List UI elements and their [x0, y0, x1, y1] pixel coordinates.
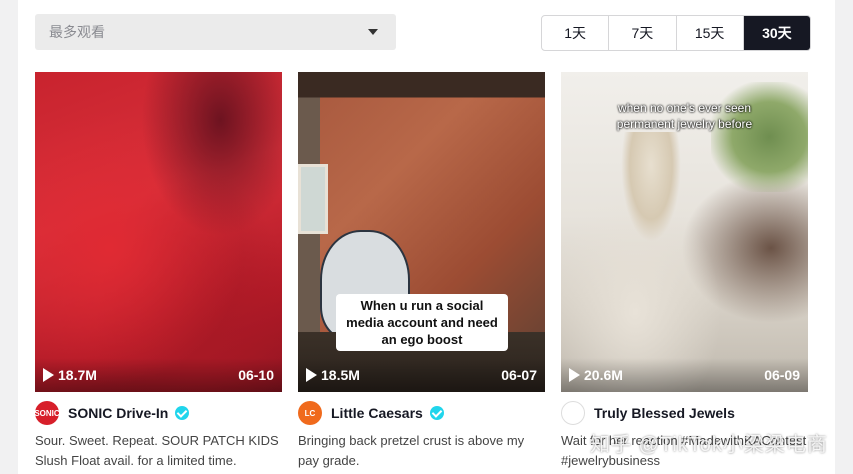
post-date: 06-09 [764, 367, 800, 383]
video-thumbnail[interactable]: when no one's ever seen permanent jewelr… [561, 72, 808, 392]
play-icon [306, 368, 317, 382]
range-1-day-button[interactable]: 1天 [542, 16, 610, 50]
author-name[interactable]: Little Caesars [331, 405, 423, 421]
view-count: 20.6M [569, 367, 623, 383]
window-scene [298, 164, 328, 234]
time-range-selector: 1天 7天 15天 30天 [541, 15, 811, 51]
post-date: 06-07 [501, 367, 537, 383]
verified-badge-icon [175, 406, 190, 420]
view-count-value: 18.5M [321, 367, 360, 383]
view-count-value: 20.6M [584, 367, 623, 383]
author-row[interactable]: LC Little Caesars [298, 401, 545, 425]
author-row[interactable]: Truly Blessed Jewels [561, 401, 808, 425]
video-description: Sour. Sweet. Repeat. SOUR PATCH KIDS Slu… [35, 433, 279, 468]
range-7-day-button[interactable]: 7天 [609, 16, 677, 50]
play-icon [569, 368, 580, 382]
video-card[interactable]: when no one's ever seen permanent jewelr… [561, 72, 808, 471]
avatar[interactable] [561, 401, 585, 425]
verified-badge-icon [429, 406, 444, 420]
tree-scene [711, 82, 808, 192]
video-overlay-caption: When u run a social media account and ne… [336, 294, 508, 351]
range-30-day-button[interactable]: 30天 [743, 16, 810, 50]
avatar[interactable]: LC [298, 401, 322, 425]
play-icon [43, 368, 54, 382]
post-date: 06-10 [238, 367, 274, 383]
video-card[interactable]: 18.7M 06-10 SONIC SONIC Drive-In Sour. S… [34, 72, 282, 471]
video-description: Bringing back pretzel crust is above my … [298, 433, 525, 468]
author-name[interactable]: SONIC Drive-In [68, 405, 168, 421]
video-thumbnail[interactable]: 18.7M 06-10 [35, 72, 282, 392]
pampas-plant-scene [621, 132, 681, 242]
video-card[interactable]: When u run a social media account and ne… [298, 72, 545, 471]
author-row[interactable]: SONIC SONIC Drive-In [34, 401, 282, 425]
video-overlay-caption: when no one's ever seen permanent jewelr… [616, 101, 753, 131]
author-name[interactable]: Truly Blessed Jewels [594, 405, 735, 421]
sort-dropdown[interactable]: 最多观看 [35, 14, 396, 50]
range-15-day-button[interactable]: 15天 [677, 16, 744, 50]
view-count: 18.7M [43, 367, 97, 383]
chevron-down-icon [368, 29, 378, 35]
sort-dropdown-value: 最多观看 [49, 24, 105, 40]
avatar[interactable]: SONIC [34, 401, 60, 425]
view-count: 18.5M [306, 367, 360, 383]
view-count-value: 18.7M [58, 367, 97, 383]
video-thumbnail[interactable]: When u run a social media account and ne… [298, 72, 545, 392]
watermark-text: 知乎 @TikTok小梁梁电商 [590, 434, 828, 456]
